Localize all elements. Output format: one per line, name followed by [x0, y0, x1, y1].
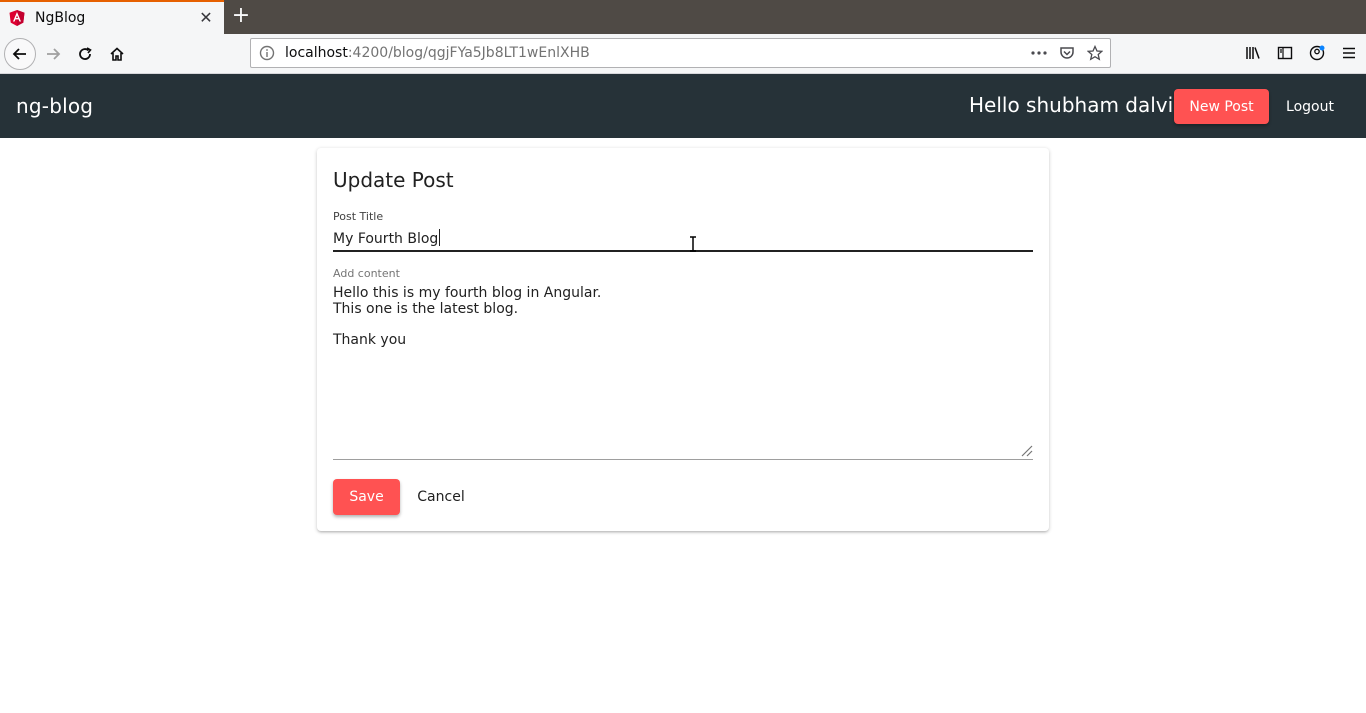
ibeam-cursor-icon — [690, 236, 696, 252]
browser-toolbar: localhost:4200/blog/qgjFYa5Jb8LT1wEnlXHB — [0, 34, 1366, 74]
content-blank-line — [333, 317, 1033, 332]
post-title-input[interactable] — [333, 228, 1033, 252]
url-text: localhost:4200/blog/qgjFYa5Jb8LT1wEnlXHB — [285, 45, 590, 61]
library-icon[interactable] — [1244, 44, 1262, 62]
tab-title: NgBlog — [35, 10, 86, 26]
home-icon[interactable] — [101, 38, 133, 70]
plus-icon[interactable]: + — [229, 5, 253, 29]
text-caret — [439, 229, 440, 246]
app-header: ng-blog Hello shubham dalvi New Post Log… — [0, 74, 1366, 138]
forward-arrow-icon[interactable] — [37, 38, 69, 70]
content-line: Hello this is my fourth blog in Angular. — [333, 285, 602, 301]
save-button[interactable]: Save — [333, 479, 400, 515]
pocket-icon[interactable] — [1058, 44, 1076, 62]
account-icon[interactable] — [1308, 44, 1326, 62]
cancel-button[interactable]: Cancel — [409, 479, 473, 515]
logout-button[interactable]: Logout — [1278, 89, 1342, 124]
post-title-label: Post Title — [333, 210, 384, 223]
content-label: Add content — [333, 267, 400, 280]
reload-icon[interactable] — [69, 38, 101, 70]
browser-tab-strip: NgBlog ✕ + — [0, 0, 1366, 34]
content-line: Thank you — [333, 332, 407, 348]
browser-tab[interactable]: NgBlog ✕ — [0, 0, 224, 34]
content-line: This one is the latest blog. — [333, 301, 519, 317]
info-icon[interactable] — [259, 45, 275, 61]
content-textarea[interactable]: Hello this is my fourth blog in Angular.… — [333, 285, 1033, 460]
url-bar[interactable]: localhost:4200/blog/qgjFYa5Jb8LT1wEnlXHB — [250, 38, 1111, 68]
url-host: localhost — [285, 45, 348, 61]
user-greeting: Hello shubham dalvi — [969, 93, 1174, 117]
resize-handle-icon[interactable] — [1019, 443, 1033, 457]
url-path: :4200/blog/qgjFYa5Jb8LT1wEnlXHB — [347, 45, 590, 61]
update-post-card: Update Post Post Title Add content Hello… — [317, 148, 1049, 531]
more-dots-icon[interactable] — [1030, 44, 1048, 62]
brand-title[interactable]: ng-blog — [16, 94, 93, 118]
back-arrow-icon[interactable] — [4, 38, 36, 70]
angular-favicon — [9, 10, 25, 26]
star-icon[interactable] — [1086, 44, 1104, 62]
hamburger-menu-icon[interactable] — [1340, 44, 1358, 62]
page-title: Update Post — [333, 168, 454, 192]
close-icon[interactable]: ✕ — [198, 10, 214, 26]
new-post-button[interactable]: New Post — [1174, 89, 1269, 124]
sidebar-icon[interactable] — [1276, 44, 1294, 62]
